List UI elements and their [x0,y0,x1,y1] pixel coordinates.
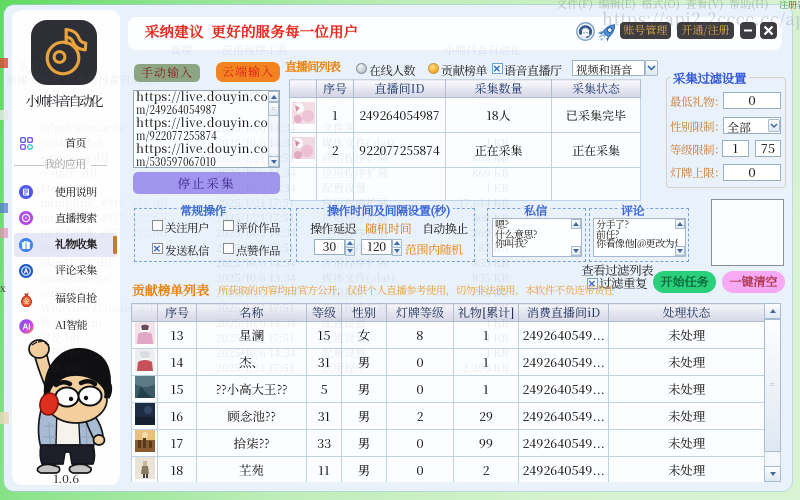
svg-text:金: 金 [22,297,31,307]
svg-text:AI: AI [23,323,31,332]
